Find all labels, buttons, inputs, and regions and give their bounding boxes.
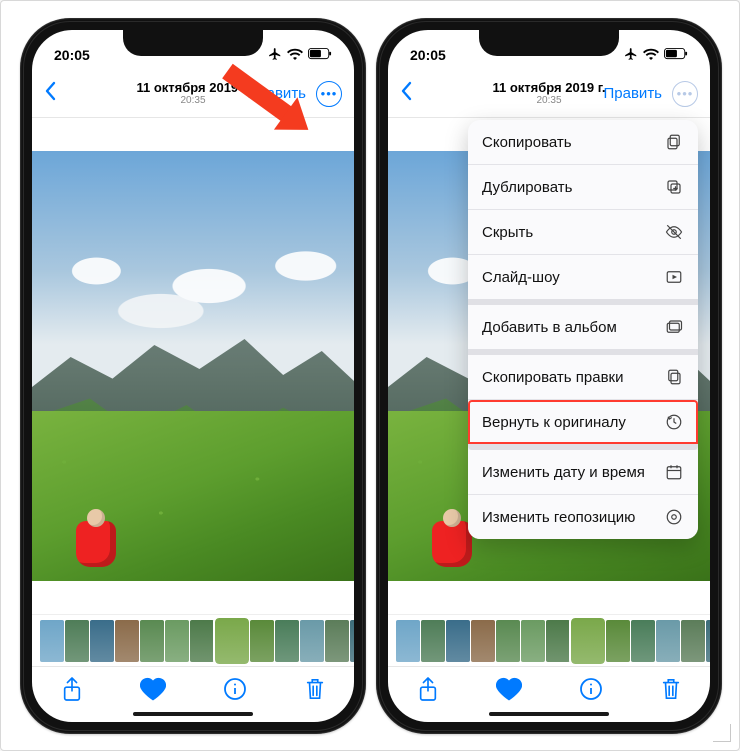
calendar-icon	[664, 462, 684, 482]
filmstrip-thumb[interactable]	[190, 620, 214, 662]
back-button[interactable]	[44, 81, 64, 107]
comparison-stage: 20:05 11 октяб	[0, 0, 740, 751]
filmstrip-thumb[interactable]	[250, 620, 274, 662]
menu-slideshow[interactable]: Слайд-шоу	[468, 255, 698, 305]
filmstrip-thumb[interactable]	[300, 620, 324, 662]
menu-label: Слайд-шоу	[482, 269, 560, 286]
filmstrip-thumb[interactable]	[40, 620, 64, 662]
status-time: 20:05	[410, 47, 446, 63]
photo-content	[32, 151, 354, 581]
menu-label: Скопировать правки	[482, 369, 623, 386]
location-icon	[664, 507, 684, 527]
revert-icon	[664, 412, 684, 432]
filmstrip-thumb[interactable]	[606, 620, 630, 662]
menu-label: Добавить в альбом	[482, 319, 617, 336]
phone-frame-left: 20:05 11 октяб	[20, 18, 366, 734]
filmstrip-thumb[interactable]	[90, 620, 114, 662]
filmstrip-thumb[interactable]	[706, 620, 710, 662]
edit-button[interactable]: Править	[604, 85, 663, 102]
menu-copy-edits[interactable]: Скопировать правки	[468, 355, 698, 400]
menu-label: Изменить геопозицию	[482, 509, 635, 526]
menu-label: Дублировать	[482, 179, 572, 196]
phone-frame-right: 20:05 11 октяб	[376, 18, 722, 734]
photo-viewport[interactable]	[32, 118, 354, 614]
filmstrip-thumb[interactable]	[521, 620, 545, 662]
more-button-active[interactable]: •••	[672, 81, 698, 107]
menu-label: Изменить дату и время	[482, 464, 645, 481]
status-icons	[624, 47, 688, 64]
delete-button[interactable]	[660, 676, 682, 707]
favorite-button[interactable]	[140, 677, 166, 706]
menu-edit-location[interactable]: Изменить геопозицию	[468, 495, 698, 539]
info-button[interactable]	[579, 677, 603, 706]
delete-button[interactable]	[304, 676, 326, 707]
more-button[interactable]: •••	[316, 81, 342, 107]
corner-decoration	[713, 724, 731, 742]
menu-hide[interactable]: Скрыть	[468, 210, 698, 255]
menu-label: Вернуть к оригиналу	[482, 414, 626, 431]
favorite-button[interactable]	[496, 677, 522, 706]
notch	[479, 30, 619, 56]
menu-label: Скопировать	[482, 134, 572, 151]
filmstrip-thumb[interactable]	[165, 620, 189, 662]
context-menu: Скопировать Дублировать Скрыть Слайд-шоу…	[468, 120, 698, 539]
share-button[interactable]	[417, 676, 439, 707]
filmstrip-thumb[interactable]	[396, 620, 420, 662]
filmstrip-thumb[interactable]	[325, 620, 349, 662]
filmstrip[interactable]	[388, 614, 710, 666]
filmstrip-thumb[interactable]	[681, 620, 705, 662]
menu-label: Скрыть	[482, 224, 533, 241]
share-button[interactable]	[61, 676, 83, 707]
filmstrip-thumb[interactable]	[546, 620, 570, 662]
airplane-mode-icon	[268, 47, 282, 64]
info-button[interactable]	[223, 677, 247, 706]
filmstrip-thumb[interactable]	[350, 620, 354, 662]
battery-icon	[664, 47, 688, 63]
nav-bar: 11 октября 2019 г. 20:35 Править •••	[388, 70, 710, 118]
home-indicator[interactable]	[489, 712, 609, 716]
home-indicator[interactable]	[133, 712, 253, 716]
filmstrip-thumb[interactable]	[471, 620, 495, 662]
filmstrip-thumb[interactable]	[65, 620, 89, 662]
filmstrip-thumb[interactable]	[275, 620, 299, 662]
filmstrip-thumb[interactable]	[215, 618, 249, 664]
status-icons	[268, 47, 332, 64]
menu-edit-date[interactable]: Изменить дату и время	[468, 450, 698, 495]
slideshow-icon	[664, 267, 684, 287]
filmstrip[interactable]	[32, 614, 354, 666]
album-icon	[664, 317, 684, 337]
filmstrip-thumb[interactable]	[140, 620, 164, 662]
menu-copy[interactable]: Скопировать	[468, 120, 698, 165]
wifi-icon	[287, 47, 303, 63]
menu-add-to-album[interactable]: Добавить в альбом	[468, 305, 698, 355]
phone-screen-right: 20:05 11 октяб	[388, 30, 710, 722]
notch	[123, 30, 263, 56]
duplicate-icon	[664, 177, 684, 197]
filmstrip-thumb[interactable]	[656, 620, 680, 662]
menu-revert-original[interactable]: Вернуть к оригиналу	[468, 400, 698, 450]
filmstrip-thumb[interactable]	[115, 620, 139, 662]
wifi-icon	[643, 47, 659, 63]
status-time: 20:05	[54, 47, 90, 63]
phone-screen-left: 20:05 11 октяб	[32, 30, 354, 722]
filmstrip-thumb[interactable]	[571, 618, 605, 664]
menu-duplicate[interactable]: Дублировать	[468, 165, 698, 210]
filmstrip-thumb[interactable]	[421, 620, 445, 662]
copy-edits-icon	[664, 367, 684, 387]
filmstrip-thumb[interactable]	[446, 620, 470, 662]
filmstrip-thumb[interactable]	[631, 620, 655, 662]
hide-icon	[664, 222, 684, 242]
battery-icon	[308, 47, 332, 63]
back-button[interactable]	[400, 81, 420, 107]
copy-icon	[664, 132, 684, 152]
filmstrip-thumb[interactable]	[496, 620, 520, 662]
airplane-mode-icon	[624, 47, 638, 64]
